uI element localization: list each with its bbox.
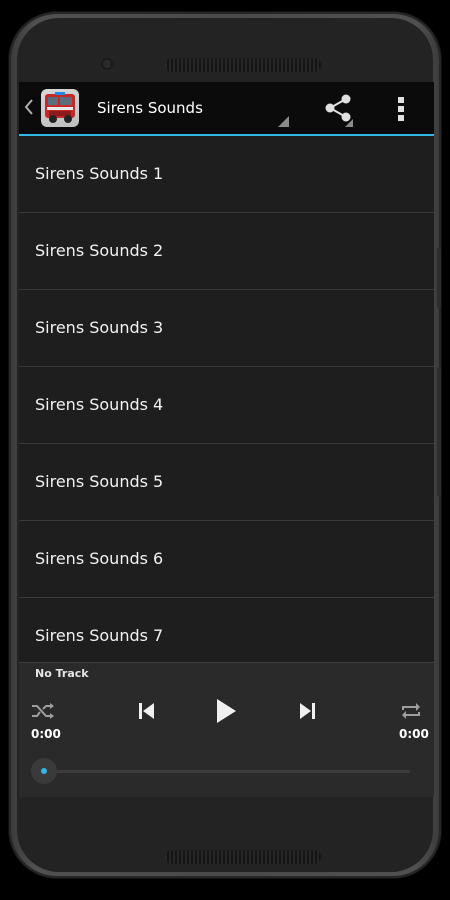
- shuffle-icon[interactable]: [31, 701, 55, 725]
- volume-button: [437, 248, 441, 308]
- list-item-label: Sirens Sounds 1: [35, 164, 164, 183]
- sounds-list: Sirens Sounds 1 Sirens Sounds 2 Sirens S…: [19, 136, 434, 675]
- front-camera: [101, 58, 113, 70]
- list-item-label: Sirens Sounds 5: [35, 472, 164, 491]
- list-item[interactable]: Sirens Sounds 4: [19, 367, 434, 444]
- track-name: No Track: [35, 667, 89, 680]
- app-screen: Sirens Sounds Sirens Sounds 1 Sirens Sou…: [19, 82, 434, 797]
- list-item-label: Sirens Sounds 3: [35, 318, 164, 337]
- list-item[interactable]: Sirens Sounds 3: [19, 290, 434, 367]
- chevron-left-icon[interactable]: [23, 97, 35, 117]
- more-vertical-icon[interactable]: [391, 94, 411, 124]
- music-player: No Track 0:00 0:00: [19, 662, 434, 797]
- total-time: 0:00: [399, 727, 429, 741]
- list-item-label: Sirens Sounds 4: [35, 395, 164, 414]
- fire-truck-icon[interactable]: [41, 89, 79, 127]
- app-title[interactable]: Sirens Sounds: [97, 99, 203, 117]
- share-submenu-indicator: [345, 119, 353, 127]
- list-item[interactable]: Sirens Sounds 5: [19, 444, 434, 521]
- seek-thumb[interactable]: [31, 758, 57, 784]
- seek-bar[interactable]: [45, 770, 410, 773]
- repeat-icon[interactable]: [399, 701, 423, 725]
- elapsed-time: 0:00: [31, 727, 61, 741]
- list-item-label: Sirens Sounds 7: [35, 626, 164, 645]
- dropdown-indicator: [278, 116, 289, 127]
- power-button: [437, 367, 441, 497]
- list-item-label: Sirens Sounds 6: [35, 549, 164, 568]
- list-item-label: Sirens Sounds 2: [35, 241, 164, 260]
- action-bar: Sirens Sounds: [19, 82, 434, 136]
- list-item[interactable]: Sirens Sounds 1: [19, 136, 434, 213]
- bottom-speaker: [165, 850, 321, 864]
- list-item[interactable]: Sirens Sounds 2: [19, 213, 434, 290]
- play-icon[interactable]: [214, 697, 238, 729]
- skip-next-icon[interactable]: [296, 700, 318, 726]
- list-item[interactable]: Sirens Sounds 6: [19, 521, 434, 598]
- skip-previous-icon[interactable]: [136, 700, 158, 726]
- earpiece-speaker: [165, 58, 321, 72]
- seek-position-dot: [41, 768, 47, 774]
